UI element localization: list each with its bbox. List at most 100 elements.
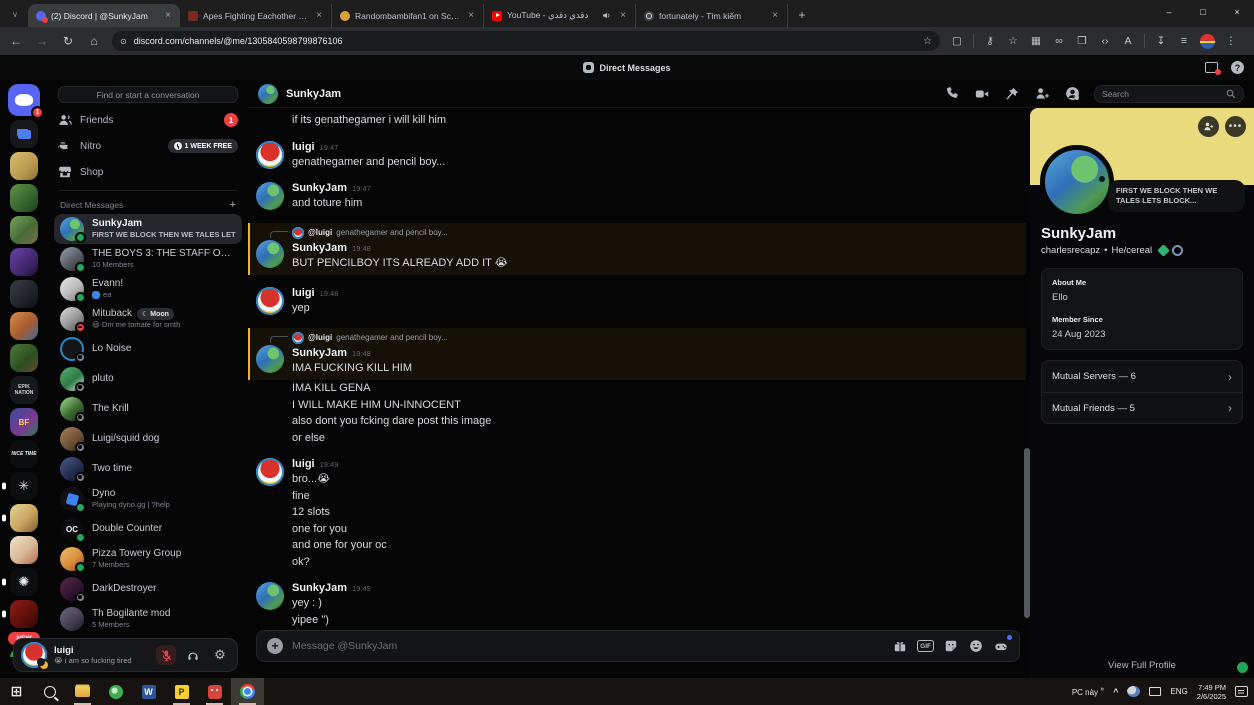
server-item[interactable]	[10, 184, 38, 212]
dm-list-item[interactable]: Lo Noise	[54, 334, 242, 364]
message-author[interactable]: SunkyJam	[292, 581, 347, 595]
reload-icon[interactable]: ↻	[60, 34, 76, 48]
chat-header-avatar[interactable]	[258, 83, 278, 104]
taskbar-app-button[interactable]: P	[165, 678, 198, 705]
chat-search-input[interactable]	[1102, 88, 1221, 99]
message-author[interactable]: luigi	[292, 140, 315, 154]
server-icon[interactable]	[10, 184, 38, 212]
deafen-icon[interactable]	[183, 645, 203, 665]
reply-username[interactable]: @luigi	[308, 333, 332, 342]
dm-list-item[interactable]: Mituback Moon 😃 Dm me tomate for smth	[54, 304, 242, 334]
server-item[interactable]	[10, 536, 38, 564]
sidebar-item-nitro[interactable]: Nitro 1 WEEK FREE	[48, 133, 248, 159]
server-item[interactable]: NICE TIME	[10, 440, 38, 468]
dm-list-item[interactable]: THE BOYS 3: THE STAFF OF W... 10 Members	[54, 244, 242, 274]
chat-search-box[interactable]	[1094, 84, 1244, 103]
server-item[interactable]: BF	[10, 408, 38, 436]
dm-list-item[interactable]: Th Bogilante mod 5 Members	[54, 604, 242, 634]
server-item[interactable]	[10, 120, 38, 148]
browser-tab[interactable]: Apes Fighting Eachother (0.2.8)	[180, 4, 332, 27]
dm-list-item[interactable]: Luigi/squid dog	[54, 424, 242, 454]
mutual-friends-row[interactable]: Mutual Friends — 5 ›	[1042, 392, 1242, 423]
quest-badge-icon[interactable]	[1157, 244, 1171, 257]
message-author[interactable]: SunkyJam	[292, 241, 347, 255]
video-call-icon[interactable]	[974, 86, 990, 102]
server-item[interactable]: EPIK NATION	[10, 376, 38, 404]
current-user-avatar[interactable]	[21, 642, 49, 670]
dm-list-item[interactable]: OC Double Counter	[54, 514, 242, 544]
taskbar-app-icon[interactable]: W	[141, 684, 156, 699]
discord-home-button[interactable]: 1	[8, 84, 44, 119]
server-icon[interactable]: ✺	[10, 568, 38, 596]
add-friend-to-dm-icon[interactable]	[1034, 86, 1050, 102]
gif-picker-icon[interactable]: GIF	[917, 640, 934, 652]
help-icon[interactable]: ?	[1231, 61, 1244, 74]
taskbar-app-button[interactable]: ⊞	[0, 678, 33, 705]
voice-call-icon[interactable]	[944, 86, 960, 102]
taskbar-app-button[interactable]	[198, 678, 231, 705]
mutual-servers-row[interactable]: Mutual Servers — 6 ›	[1042, 361, 1242, 392]
user-profile-toggle-icon[interactable]	[1064, 86, 1080, 102]
activities-icon[interactable]	[993, 635, 1012, 654]
pin-icon[interactable]	[1004, 86, 1020, 102]
tab-close-icon[interactable]	[617, 10, 629, 22]
bookmark-star-icon[interactable]: ☆	[923, 36, 932, 47]
star-add-icon[interactable]: ☆	[1006, 35, 1020, 47]
dm-list-item[interactable]: DarkDestroyer	[54, 574, 242, 604]
menu-icon[interactable]: ⋮	[1224, 35, 1238, 47]
server-icon[interactable]	[10, 600, 38, 628]
browser-tab[interactable]: (2) Discord | @SunkyJam	[28, 4, 180, 27]
taskbar-app-button[interactable]: W	[132, 678, 165, 705]
server-icon[interactable]: ✳	[10, 472, 38, 500]
taskbar-app-icon[interactable]: P	[174, 684, 189, 699]
dm-list-item[interactable]: Two time	[54, 454, 242, 484]
message-avatar[interactable]	[256, 140, 284, 169]
browser-tab[interactable]: YouTube - دقدي دقدي	[484, 4, 636, 27]
gift-icon[interactable]	[892, 638, 908, 654]
tray-display-icon[interactable]	[1149, 687, 1162, 696]
window-icon[interactable]: ❒	[1075, 35, 1089, 47]
server-icon[interactable]	[10, 216, 38, 244]
profile-avatar[interactable]	[1040, 145, 1114, 219]
server-icon[interactable]	[10, 536, 38, 564]
browser-tab[interactable]: fortunately - Tìm kiếm	[636, 4, 788, 27]
browser-profile-avatar[interactable]	[1200, 33, 1215, 49]
tab-close-icon[interactable]	[769, 10, 781, 22]
tab-close-icon[interactable]	[465, 10, 477, 22]
message-avatar[interactable]	[256, 182, 284, 210]
server-icon[interactable]	[10, 344, 38, 372]
mic-muted-icon[interactable]	[156, 645, 176, 665]
address-bar[interactable]: ⊙ ☆	[112, 31, 940, 51]
taskbar-app-icon[interactable]	[207, 684, 222, 699]
media-list-icon[interactable]: ≡	[1177, 35, 1191, 47]
message-avatar[interactable]	[256, 239, 284, 268]
dm-list-item[interactable]: Dyno Playing dyno.gg | ?help	[54, 484, 242, 514]
server-item[interactable]: ✳	[2, 472, 38, 500]
site-info-icon[interactable]: ⊙	[120, 37, 128, 46]
url-input[interactable]	[133, 36, 918, 46]
message-avatar[interactable]	[256, 458, 284, 486]
message-author[interactable]: luigi	[292, 286, 315, 300]
server-icon[interactable]	[10, 280, 38, 308]
current-user-name[interactable]: luigi	[54, 645, 149, 656]
dm-list-item[interactable]: The Krill	[54, 394, 242, 424]
dm-list-item[interactable]: SunkyJam FIRST WE BLOCK THEN WE TALES LE…	[54, 214, 242, 244]
taskbar-app-icon[interactable]	[240, 684, 255, 699]
extension-icon[interactable]: ▢	[950, 35, 964, 47]
server-icon[interactable]	[10, 504, 38, 532]
taskbar-app-icon[interactable]	[75, 686, 90, 697]
server-item[interactable]	[10, 248, 38, 276]
dm-list-item[interactable]: pluto	[54, 364, 242, 394]
sidebar-item-friends[interactable]: Friends 1	[48, 107, 248, 133]
tab-search-button[interactable]: v	[4, 5, 26, 23]
sticker-picker-icon[interactable]	[943, 638, 959, 654]
message-author[interactable]: SunkyJam	[292, 181, 347, 195]
server-icon[interactable]: NICE TIME	[10, 440, 38, 468]
message-author[interactable]: luigi	[292, 457, 315, 471]
reply-reference[interactable]: @luigi genathegamer and pencil boy...	[270, 331, 1018, 344]
key-icon[interactable]: ⚷	[983, 35, 997, 47]
forward-icon[interactable]: →	[34, 34, 50, 48]
settings-gear-icon[interactable]: ⚙	[210, 645, 230, 665]
tray-language[interactable]: ENG	[1170, 687, 1187, 696]
message-author[interactable]: SunkyJam	[292, 346, 347, 360]
